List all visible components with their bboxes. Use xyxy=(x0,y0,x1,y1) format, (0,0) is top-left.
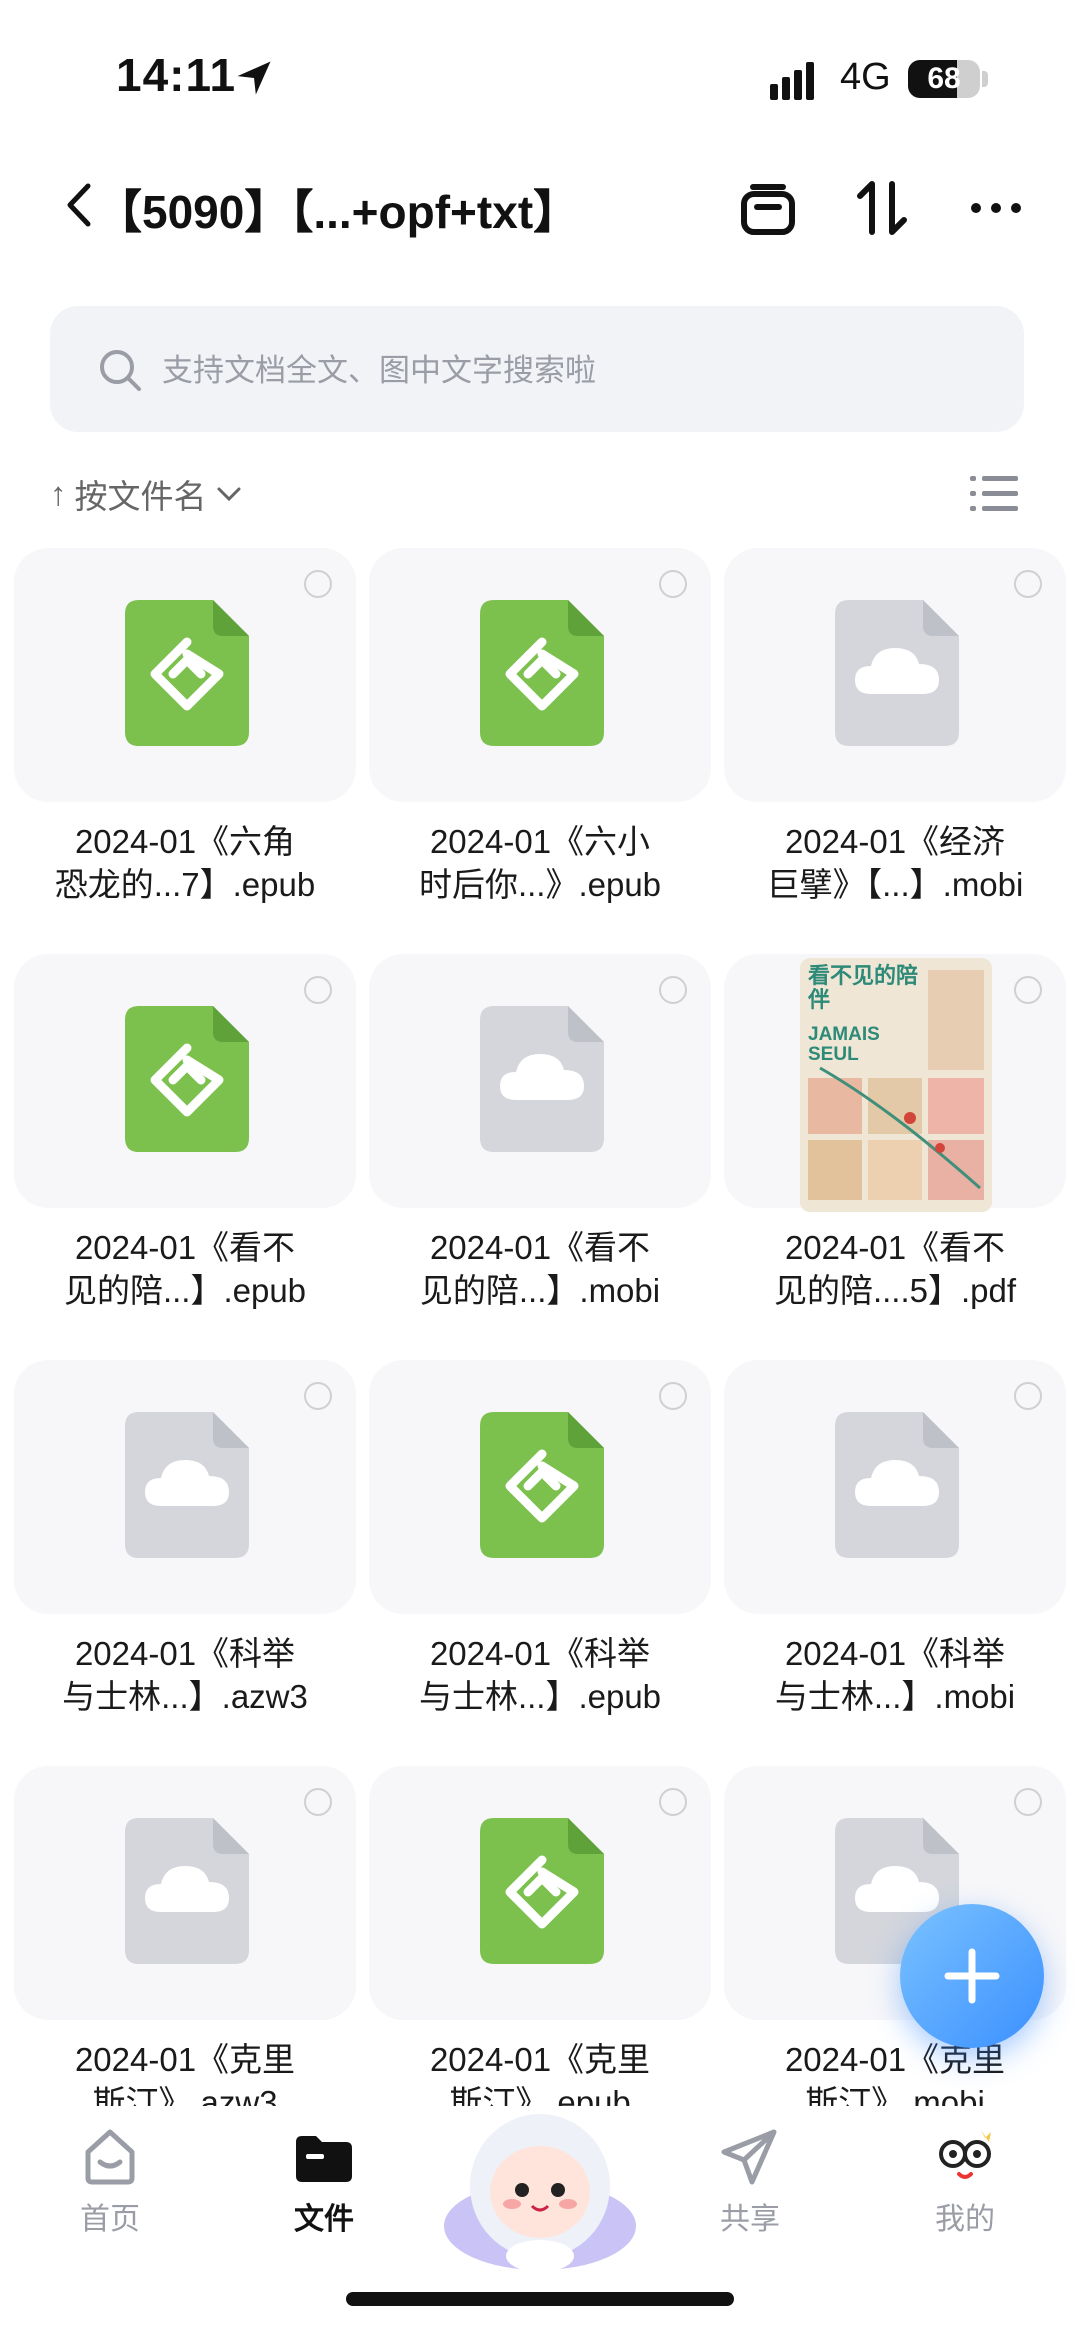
select-radio[interactable] xyxy=(1014,1788,1042,1816)
cover-title-fr2: SEUL xyxy=(808,1044,859,1065)
cloud-file-icon xyxy=(125,1818,249,1964)
select-radio[interactable] xyxy=(1014,570,1042,598)
sort-label: 按文件名 xyxy=(74,478,207,515)
select-radio[interactable] xyxy=(304,1382,332,1410)
file-name: 2024-01《六角 恐龙的...7】.epub xyxy=(54,823,316,903)
file-name: 2024-01《看不 见的陪....5】.pdf xyxy=(773,1229,1017,1309)
cloud-file-icon xyxy=(480,1006,604,1152)
more-options-icon[interactable] xyxy=(966,178,1026,238)
signal-icon xyxy=(770,62,814,100)
page-title: 【5090】【...+opf+txt】 xyxy=(96,186,580,238)
file-name: 2024-01《看不 见的陪...】.epub xyxy=(63,1229,307,1309)
sort-direction-arrow: ↑ xyxy=(50,475,67,512)
file-name: 2024-01《看不 见的陪...】.mobi xyxy=(419,1229,661,1309)
file-name: 2024-01《经济 巨擘》【...】.mobi xyxy=(766,823,1024,903)
select-radio[interactable] xyxy=(659,1788,687,1816)
battery-icon: 68 xyxy=(908,60,980,98)
file-name: 2024-01《六小 时后你...》.epub xyxy=(418,823,662,903)
add-button[interactable] xyxy=(900,1904,1044,2048)
location-arrow-icon xyxy=(237,61,271,95)
home-icon xyxy=(85,2129,135,2185)
nav-label: 我的 xyxy=(935,2203,995,2236)
select-radio[interactable] xyxy=(659,1382,687,1410)
epub-file-icon xyxy=(125,600,249,746)
select-radio[interactable] xyxy=(304,976,332,1004)
nav-share[interactable]: 共享 xyxy=(685,2124,815,2238)
network-type: 4G xyxy=(840,56,891,98)
cloud-file-icon xyxy=(125,1412,249,1558)
epub-file-icon xyxy=(480,1818,604,1964)
cover-title-cn: 看不见的陪伴 xyxy=(808,963,919,1012)
search-icon xyxy=(100,350,141,391)
file-name: 2024-01《科举 与士林...】.mobi xyxy=(774,1635,1016,1715)
nav-label: 首页 xyxy=(80,2203,140,2236)
book-cover-thumbnail: 看不见的陪伴 JAMAIS SEUL xyxy=(800,958,992,1212)
select-radio[interactable] xyxy=(659,570,687,598)
file-name: 2024-01《科举 与士林...】.epub xyxy=(418,1635,662,1715)
archive-icon[interactable] xyxy=(738,178,798,238)
file-grid: 2024-01《六角 恐龙的...7】.epub 2024-01《六小 时后你...… xyxy=(14,548,1066,2118)
nav-files[interactable]: 文件 xyxy=(259,2124,389,2238)
nav-label: 文件 xyxy=(294,2203,354,2236)
chevron-down-icon xyxy=(217,487,240,502)
cloud-file-icon xyxy=(835,600,959,746)
nav-home[interactable]: 首页 xyxy=(45,2124,175,2238)
home-indicator xyxy=(346,2292,734,2306)
status-bar: 14:11 4G 68 xyxy=(0,0,1080,150)
select-radio[interactable] xyxy=(304,1788,332,1816)
list-view-icon[interactable] xyxy=(970,472,1018,516)
share-icon xyxy=(721,2129,777,2185)
epub-file-icon xyxy=(480,600,604,746)
profile-icon xyxy=(939,2130,991,2179)
status-time: 14:11 xyxy=(116,49,237,101)
search-bar[interactable] xyxy=(50,306,1024,432)
assistant-mascot[interactable] xyxy=(440,2106,640,2276)
sort-selector[interactable]: ↑ 按文件名 xyxy=(50,470,243,518)
plus-icon xyxy=(944,1948,1000,2004)
nav-label: 共享 xyxy=(720,2203,780,2236)
folder-icon xyxy=(296,2136,352,2182)
search-input[interactable] xyxy=(160,340,984,402)
back-chevron-icon[interactable] xyxy=(60,180,96,230)
cloud-file-icon xyxy=(835,1412,959,1558)
nav-profile[interactable]: 我的 xyxy=(900,2124,1030,2238)
sort-order-icon[interactable] xyxy=(852,178,912,238)
select-radio[interactable] xyxy=(1014,1382,1042,1410)
battery-level: 68 xyxy=(927,62,961,95)
select-radio[interactable] xyxy=(304,570,332,598)
cover-title-fr1: JAMAIS xyxy=(808,1024,880,1045)
select-radio[interactable] xyxy=(1014,976,1042,1004)
select-radio[interactable] xyxy=(659,976,687,1004)
epub-file-icon xyxy=(125,1006,249,1152)
battery-tip xyxy=(982,71,988,87)
file-name: 2024-01《科举 与士林...】.azw3 xyxy=(62,1635,308,1715)
epub-file-icon xyxy=(480,1412,604,1558)
